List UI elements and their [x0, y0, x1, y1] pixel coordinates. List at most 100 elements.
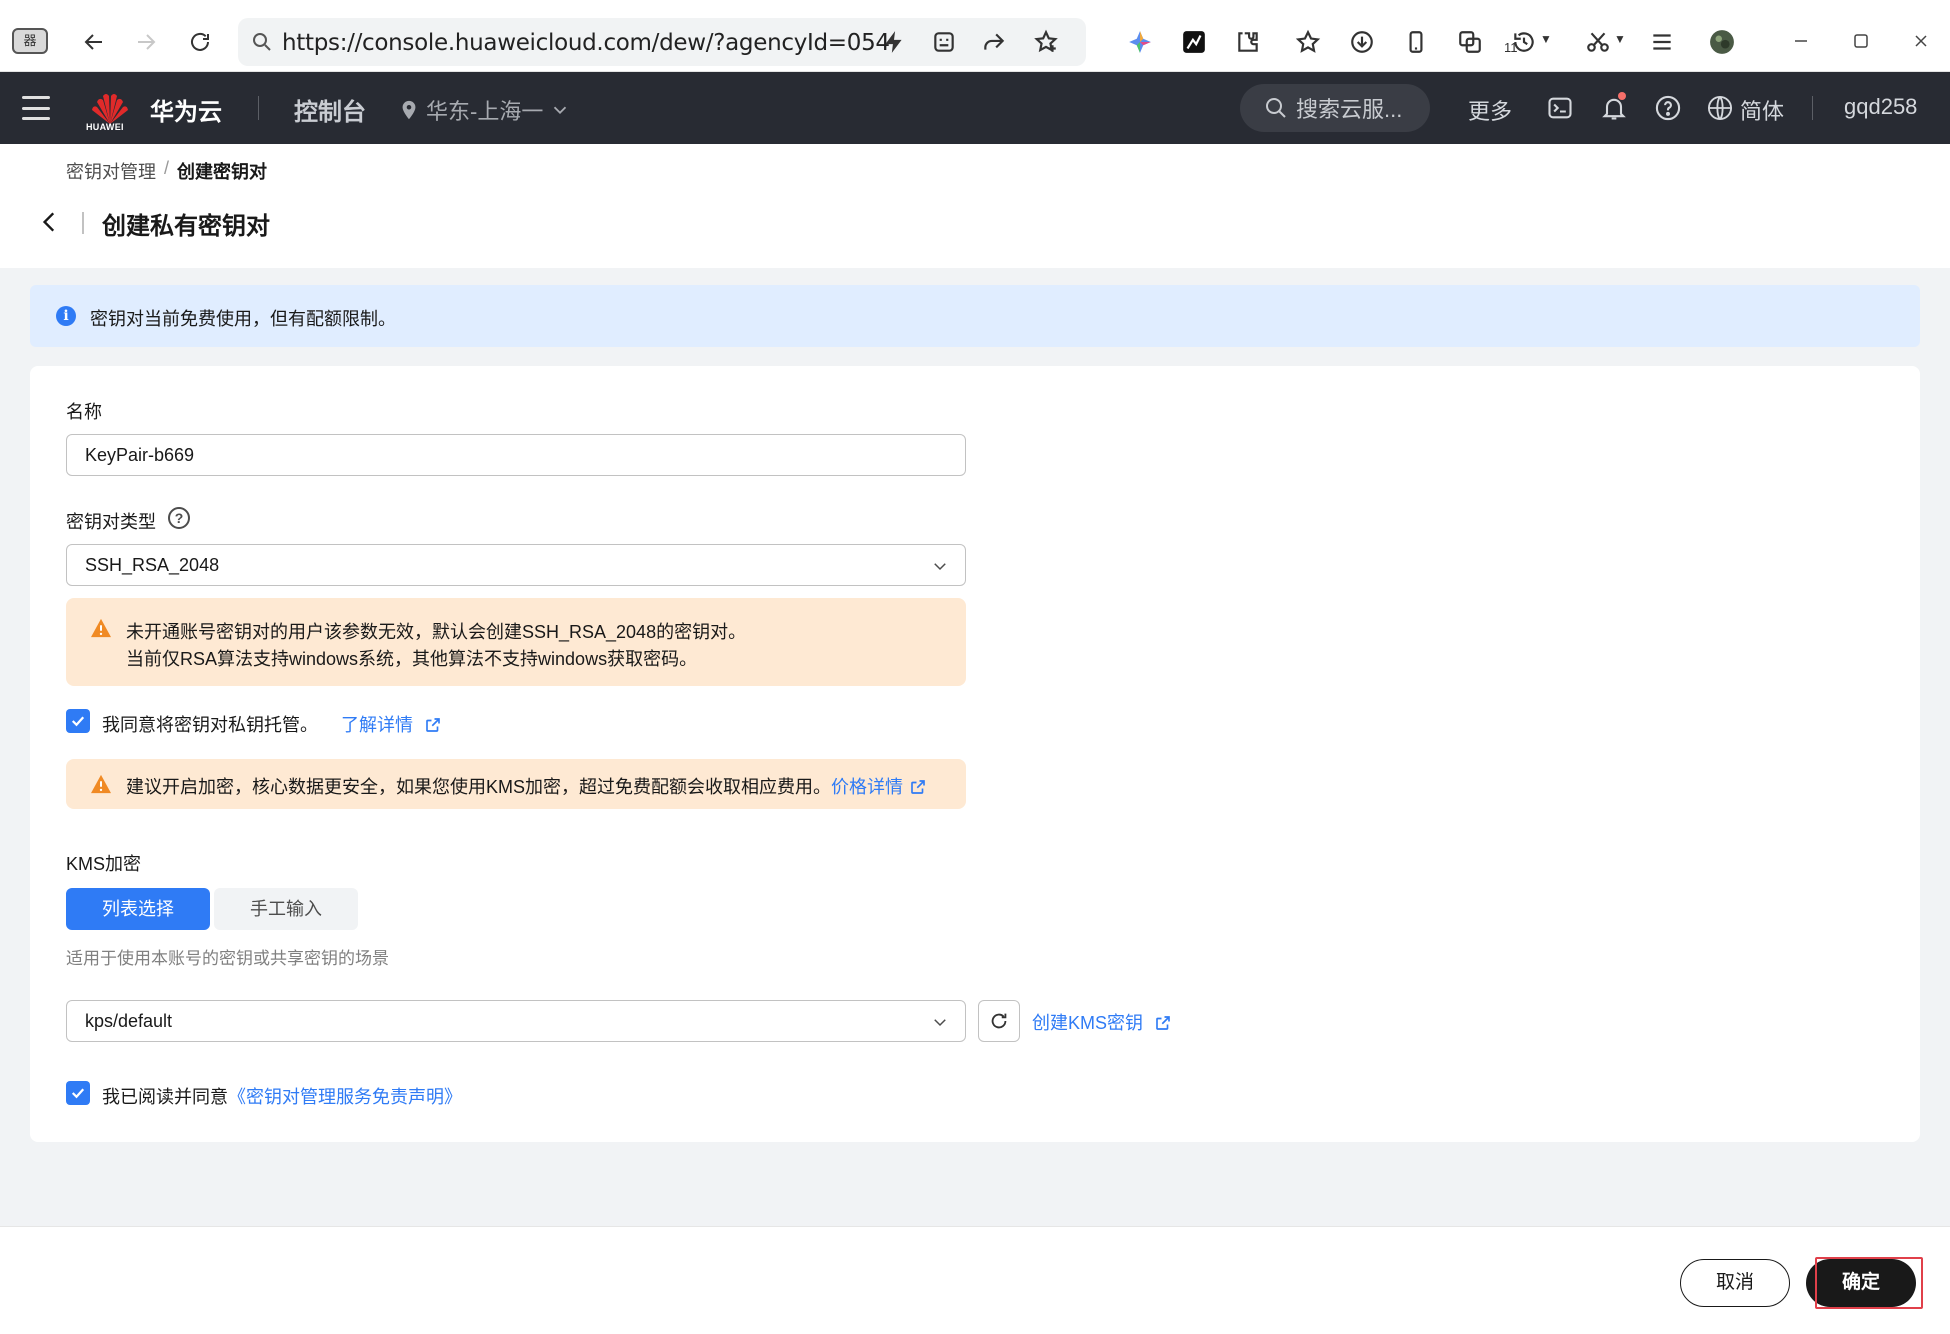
- globe-icon[interactable]: [1700, 88, 1740, 128]
- encryption-warning-text: 建议开启加密，核心数据更安全，如果您使用KMS加密，超过免费配额会收取相应费用。: [126, 777, 832, 797]
- info-icon: i: [56, 306, 76, 326]
- console-header: HUAWEI 华为云 控制台 华东-上海一 搜索云服... 更多 简体 gqd2…: [0, 72, 1950, 144]
- forward-arrow-icon[interactable]: [126, 22, 166, 62]
- reader-mode-icon[interactable]: [924, 22, 964, 62]
- search-icon: [253, 33, 271, 51]
- region-selector[interactable]: 华东-上海一: [398, 94, 571, 126]
- maximize-icon[interactable]: [1846, 26, 1876, 56]
- download-icon[interactable]: [1342, 22, 1382, 62]
- pen-app-icon[interactable]: [1174, 22, 1214, 62]
- keypair-type-value: SSH_RSA_2048: [85, 555, 220, 575]
- user-account[interactable]: gqd258: [1844, 94, 1917, 120]
- external-link-icon[interactable]: [424, 716, 442, 734]
- breadcrumb: 密钥对管理 / 创建密钥对: [66, 158, 267, 184]
- agree-label-text: 我已阅读并同意: [102, 1087, 228, 1107]
- reload-icon[interactable]: [180, 22, 220, 62]
- notification-dot: [1618, 92, 1626, 100]
- learn-more-link[interactable]: 了解详情: [341, 715, 413, 735]
- location-pin-icon: [402, 100, 416, 120]
- share-icon[interactable]: [974, 22, 1014, 62]
- chevron-down-icon[interactable]: ▼: [1540, 32, 1552, 46]
- chevron-down-icon[interactable]: ▼: [1614, 32, 1626, 46]
- search-icon: [1266, 98, 1286, 118]
- warning-text-line2: 当前仅RSA算法支持windows系统，其他算法不支持windows获取密码。: [126, 649, 698, 669]
- favorites-icon[interactable]: [1288, 22, 1328, 62]
- page-header: 密钥对管理 / 创建密钥对 创建私有密钥对: [0, 144, 1950, 268]
- extensions-icon[interactable]: [1228, 22, 1268, 62]
- profile-avatar-icon[interactable]: [1702, 22, 1742, 62]
- tab-manual-input[interactable]: 手工输入: [214, 888, 358, 930]
- name-input[interactable]: KeyPair-b669: [66, 434, 966, 476]
- language-selector[interactable]: 简体: [1740, 94, 1784, 126]
- keypair-type-warning: 未开通账号密钥对的用户该参数无效，默认会创建SSH_RSA_2048的密钥对。 …: [66, 598, 966, 686]
- lightning-icon[interactable]: [874, 22, 914, 62]
- kms-key-value: kps/default: [85, 1011, 173, 1031]
- brand-name[interactable]: 华为云: [150, 92, 222, 127]
- form-card: 名称 KeyPair-b669 密钥对类型 ? SSH_RSA_2048 未开通…: [30, 366, 1920, 1142]
- minimize-icon[interactable]: [1786, 26, 1816, 56]
- more-menu[interactable]: 更多: [1468, 94, 1512, 126]
- cancel-button[interactable]: 取消: [1680, 1259, 1790, 1307]
- keypair-type-label: 密钥对类型: [66, 512, 156, 532]
- external-link-icon[interactable]: [1154, 1014, 1172, 1032]
- notification-bell-icon[interactable]: [1594, 88, 1634, 128]
- page-title: 创建私有密钥对: [102, 213, 270, 240]
- refresh-button[interactable]: [978, 1000, 1020, 1042]
- region-label: 华东-上海一: [426, 99, 544, 124]
- disclaimer-link[interactable]: 《密钥对管理服务免责声明》: [228, 1087, 462, 1107]
- info-banner: i 密钥对当前免费使用，但有配额限制。: [30, 285, 1920, 347]
- info-banner-text: 密钥对当前免费使用，但有配额限制。: [90, 309, 396, 329]
- hamburger-menu-icon[interactable]: [20, 92, 52, 124]
- copilot-icon[interactable]: [1120, 22, 1160, 62]
- question-help-icon[interactable]: ?: [168, 507, 190, 529]
- footer-bar: 取消 确定: [0, 1226, 1950, 1334]
- menu-lines-icon[interactable]: [1642, 22, 1682, 62]
- collections-icon[interactable]: [1450, 22, 1490, 62]
- hosting-checkbox[interactable]: [66, 709, 90, 733]
- warning-triangle-icon: [91, 774, 111, 794]
- console-search-input[interactable]: 搜索云服...: [1240, 84, 1430, 132]
- title-divider: [82, 212, 84, 234]
- agree-checkbox-label: 我已阅读并同意《密钥对管理服务免责声明》: [102, 1083, 462, 1109]
- tab-list-select[interactable]: 列表选择: [66, 888, 210, 930]
- checkmark-icon: [71, 716, 85, 727]
- header-divider: [1812, 96, 1813, 120]
- keypair-type-select[interactable]: SSH_RSA_2048: [66, 544, 966, 586]
- create-kms-key-label[interactable]: 创建KMS密钥: [1032, 1013, 1143, 1033]
- tab-favicon-icon[interactable]: 器: [12, 28, 48, 54]
- close-icon[interactable]: [1906, 26, 1936, 56]
- hosting-label-text: 我同意将密钥对私钥托管。: [102, 715, 318, 735]
- encryption-warning-line: 建议开启加密，核心数据更安全，如果您使用KMS加密，超过免费配额会收取相应费用。…: [126, 773, 927, 799]
- back-arrow-icon[interactable]: [74, 22, 114, 62]
- warning-triangle-icon: [91, 618, 111, 638]
- kms-hint: 适用于使用本账号的密钥或共享密钥的场景: [66, 949, 389, 968]
- create-kms-key-link[interactable]: 创建KMS密钥: [1032, 1009, 1172, 1035]
- screenshot-scissors-icon[interactable]: [1578, 22, 1618, 62]
- name-label: 名称: [66, 402, 102, 422]
- back-chevron-icon[interactable]: [34, 206, 66, 238]
- kms-key-select[interactable]: kps/default: [66, 1000, 966, 1042]
- console-link[interactable]: 控制台: [294, 92, 366, 127]
- checkmark-icon: [71, 1088, 85, 1099]
- encryption-warning: 建议开启加密，核心数据更安全，如果您使用KMS加密，超过免费配额会收取相应费用。…: [66, 759, 966, 809]
- agree-checkbox[interactable]: [66, 1081, 90, 1105]
- price-details-link[interactable]: 价格详情: [831, 777, 903, 797]
- warning-text-line1: 未开通账号密钥对的用户该参数无效，默认会创建SSH_RSA_2048的密钥对。: [126, 622, 747, 642]
- hosting-checkbox-label: 我同意将密钥对私钥托管。 了解详情: [102, 711, 442, 737]
- phone-icon[interactable]: [1396, 22, 1436, 62]
- chevron-down-icon: [934, 563, 946, 571]
- add-favorite-icon[interactable]: [1026, 22, 1066, 62]
- breadcrumb-separator: /: [164, 158, 170, 178]
- chevron-down-icon: [554, 106, 567, 115]
- header-divider: [258, 96, 259, 120]
- external-link-icon[interactable]: [909, 778, 927, 796]
- logo-wordmark: HUAWEI: [86, 122, 124, 132]
- cloud-shell-icon[interactable]: [1540, 88, 1580, 128]
- breadcrumb-current: 创建密钥对: [177, 162, 268, 182]
- history-count-badge: 11: [1504, 40, 1518, 55]
- breadcrumb-parent[interactable]: 密钥对管理: [66, 158, 156, 184]
- chevron-down-icon: [934, 1019, 946, 1027]
- help-icon[interactable]: [1648, 88, 1688, 128]
- confirm-button[interactable]: 确定: [1806, 1259, 1916, 1307]
- search-placeholder: 搜索云服...: [1296, 97, 1403, 122]
